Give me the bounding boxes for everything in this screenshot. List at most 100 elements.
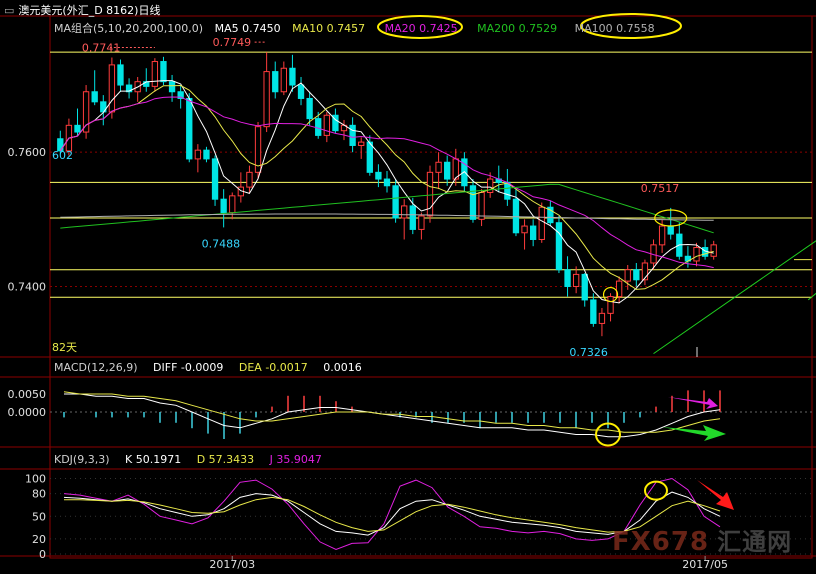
kdj-legend: KDJ(9,3,3) K 50.1971 D 57.3433 J 35.9047 — [54, 453, 334, 466]
price-low-label-2: 0.7326 — [569, 346, 608, 359]
price-tick-label: 0.7600 — [8, 146, 47, 159]
macd-value: 0.0016 — [323, 361, 362, 374]
candle-down — [168, 81, 176, 93]
candle-up — [624, 269, 631, 282]
candle-up — [607, 296, 614, 314]
candle-up — [280, 67, 287, 93]
macd-tick-label: 0.0050 — [8, 388, 47, 401]
watermark: FX678 汇通网 — [612, 522, 792, 557]
candle-down — [633, 269, 640, 281]
candle-down — [74, 124, 81, 133]
candle-up — [246, 171, 253, 188]
candle-down — [220, 198, 227, 214]
date-tick-label: 2017/03 — [209, 558, 255, 571]
window-icon[interactable]: ▭ — [4, 4, 14, 17]
candle-up — [693, 247, 700, 262]
candle-down — [590, 299, 597, 324]
watermark-cn: 汇通网 — [717, 528, 793, 556]
macd-name: MACD(12,26,9) — [54, 361, 138, 374]
kdj-tick-label: 100 — [25, 473, 46, 486]
date-tick-label: 2017/05 — [682, 558, 728, 571]
price-low-label-1: 0.7488 — [202, 237, 241, 250]
ma-group-label: MA组合(5,10,20,200,100,0) — [54, 22, 204, 35]
kdj-tick-label: 80 — [32, 488, 46, 501]
price-high-label-2: 0.7749 — [213, 36, 252, 49]
macd-panel — [50, 390, 812, 447]
chart-frame — [0, 15, 816, 559]
macd-diff-line — [64, 393, 721, 438]
candle-up — [82, 91, 90, 133]
kdj-tick-label: 0 — [39, 548, 46, 561]
candle-up — [521, 225, 528, 234]
candle-up — [108, 64, 116, 113]
candle-up — [151, 61, 159, 87]
candle-down — [211, 158, 219, 200]
kdj-cross-circle — [644, 480, 668, 501]
candle-up — [194, 149, 202, 160]
candle-down — [512, 198, 520, 234]
candle-down — [529, 225, 537, 240]
macd-legend: MACD(12,26,9) DIFF -0.0009 DEA -0.0017 0… — [54, 361, 374, 374]
ma100-value: MA100 0.7558 — [574, 22, 655, 35]
candle-up — [435, 161, 442, 173]
candle-down — [186, 97, 193, 160]
ma5-value: MA5 0.7450 — [214, 22, 281, 35]
macd-upward-arrow — [668, 397, 718, 409]
candle-up — [598, 312, 606, 324]
candle-up — [710, 244, 717, 257]
dea-upward-arrow — [662, 425, 726, 441]
candle-down — [306, 97, 313, 120]
kdj-tick-label: 50 — [32, 510, 46, 523]
axis-labels: 0.7400 0.7600 0.0050 0.0000 100 80 50 20 0 2017/0… — [8, 146, 728, 571]
candle-up — [323, 114, 330, 136]
candle-up — [263, 71, 270, 128]
kdj-tick-label: 20 — [32, 533, 46, 546]
candle-down — [564, 269, 571, 287]
ma20-value: MA20 0.7425 — [384, 22, 458, 35]
candle-down — [91, 91, 98, 103]
candle-down — [667, 225, 674, 235]
candle-up — [229, 195, 236, 214]
candle-up — [401, 205, 408, 219]
candle-down — [349, 124, 356, 146]
candle-down — [366, 141, 373, 173]
chart-title-text: 澳元美元(外汇_D 8162)日线 — [18, 4, 161, 17]
candle-down — [555, 222, 563, 271]
ma200-value: MA200 0.7529 — [477, 22, 558, 35]
ma10-value: MA10 0.7457 — [292, 22, 366, 35]
days-count-label: 82天 — [52, 341, 77, 354]
candle-down — [203, 149, 210, 160]
candle-down — [392, 185, 399, 219]
candle-down — [581, 273, 588, 301]
price-edge-label: 602 — [52, 149, 73, 162]
chart-title: ▭ 澳元美元(外汇_D 8162)日线 — [4, 2, 160, 18]
candle-up — [478, 191, 485, 220]
candle-down — [272, 71, 279, 93]
watermark-brand: FX678 — [612, 527, 710, 557]
channel-lower-line — [653, 240, 816, 355]
candle-up — [418, 215, 425, 230]
ma-legend: MA组合(5,10,20,200,100,0) MA5 0.7450 MA10 … — [54, 20, 655, 36]
recent-high-label: 0.7517 — [641, 182, 680, 195]
candle-up — [572, 273, 580, 287]
kdj-d: D 57.3433 — [196, 453, 255, 466]
price-tick-label: 0.7400 — [8, 280, 47, 293]
candle-down — [160, 61, 167, 83]
candle-up — [426, 171, 434, 217]
macd-dea: DEA -0.0017 — [238, 361, 308, 374]
macd-tick-label: 0.0000 — [8, 406, 47, 419]
candle-down — [289, 67, 296, 86]
kdj-k: K 50.1971 — [125, 453, 182, 466]
candle-down — [375, 171, 382, 180]
macd-diff: DIFF -0.0009 — [153, 361, 224, 374]
candle-up — [358, 141, 365, 146]
kdj-j: J 35.9047 — [269, 453, 322, 466]
candle-down — [297, 84, 305, 99]
candle-up — [658, 225, 666, 246]
candle-down — [383, 178, 391, 187]
candle-down — [444, 161, 451, 180]
chart-stage: 0.7400 0.7600 0.0050 0.0000 100 80 50 20 0 2017/0… — [0, 13, 816, 571]
candle-down — [117, 64, 124, 86]
candle-up — [538, 206, 545, 240]
candle-down — [409, 205, 416, 230]
